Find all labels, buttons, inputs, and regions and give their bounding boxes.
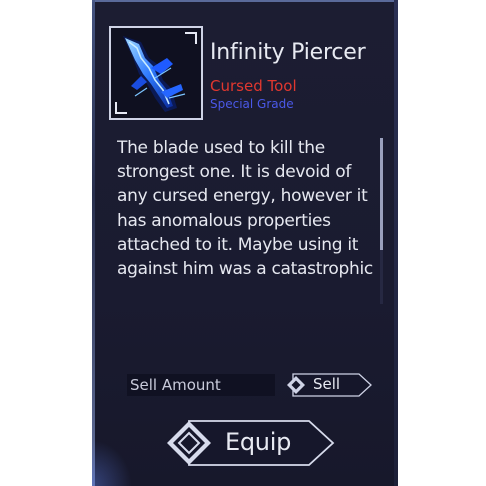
item-icon-frame (109, 26, 203, 120)
equip-button-label: Equip (225, 428, 292, 456)
sell-button[interactable]: Sell (283, 372, 373, 398)
equip-button[interactable]: Equip (167, 418, 337, 468)
item-type: Cursed Tool (210, 77, 297, 95)
item-description: The blade used to kill the strongest one… (117, 138, 373, 280)
panel-border-left (92, 0, 95, 486)
item-grade: Special Grade (210, 97, 294, 111)
sell-button-label: Sell (313, 375, 341, 393)
panel-glow (92, 440, 132, 486)
item-name: Infinity Piercer (210, 40, 366, 65)
description-scrollbar-thumb[interactable] (380, 138, 383, 250)
frame-corner-decoration (115, 102, 127, 114)
sell-amount-input[interactable] (127, 374, 275, 396)
frame-corner-decoration (185, 32, 197, 44)
panel-border-top (92, 0, 398, 2)
panel-border-right (394, 0, 398, 486)
